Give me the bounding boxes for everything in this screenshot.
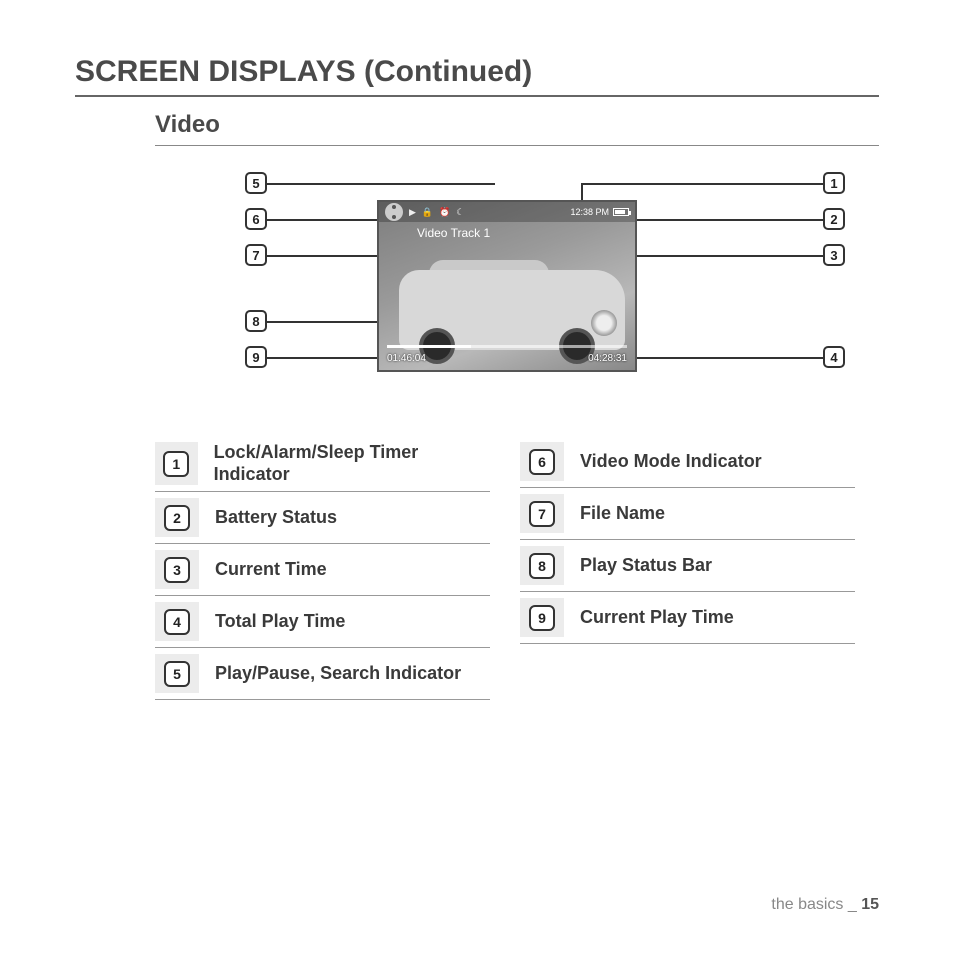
callout-9: 9	[245, 346, 267, 368]
legend-number: 9	[529, 605, 555, 631]
legend-col-right: 6 Video Mode Indicator 7 File Name 8 Pla…	[520, 436, 855, 700]
legend-number: 3	[164, 557, 190, 583]
lead-line	[633, 357, 823, 359]
legend-row: 6 Video Mode Indicator	[520, 436, 855, 488]
legend-label: Current Time	[215, 559, 327, 581]
page-title: SCREEN DISPLAYS (Continued)	[75, 55, 879, 97]
current-play-time: 01:46:04	[387, 353, 426, 364]
legend-row: 5 Play/Pause, Search Indicator	[155, 648, 490, 700]
sleep-icon: ☾	[456, 207, 464, 218]
status-bar: ▶ 🔒 ⏰ ☾ 12:38 PM	[379, 202, 635, 222]
callout-6: 6	[245, 208, 267, 230]
battery-icon	[613, 208, 629, 216]
legend-label: Battery Status	[215, 507, 337, 529]
callout-2: 2	[823, 208, 845, 230]
callout-8: 8	[245, 310, 267, 332]
video-frame-image	[379, 232, 635, 370]
video-player-screen: ▶ 🔒 ⏰ ☾ 12:38 PM Video Track 1 01:46:04 …	[377, 200, 637, 372]
legend-label: File Name	[580, 503, 665, 525]
alarm-icon: ⏰	[439, 207, 450, 218]
legend-row: 9 Current Play Time	[520, 592, 855, 644]
legend-number: 1	[163, 451, 189, 477]
legend-row: 4 Total Play Time	[155, 596, 490, 648]
legend-label: Play Status Bar	[580, 555, 712, 577]
lock-icon: 🔒	[422, 207, 433, 218]
footer-section: the basics _	[771, 896, 861, 913]
callout-3: 3	[823, 244, 845, 266]
clock: 12:38 PM	[570, 207, 609, 217]
lead-line	[583, 183, 823, 185]
video-screen-diagram: 5 6 7 8 9 1 2 3 4 ▶ 🔒 ⏰ ☾ 12:38 PM Video…	[245, 166, 845, 396]
legend-number: 6	[529, 449, 555, 475]
footer-page-number: 15	[861, 896, 879, 913]
legend-label: Lock/Alarm/Sleep Timer Indicator	[214, 442, 490, 485]
legend-row: 8 Play Status Bar	[520, 540, 855, 592]
total-play-time: 04:28:31	[588, 353, 627, 364]
legend-table: 1 Lock/Alarm/Sleep Timer Indicator 2 Bat…	[155, 436, 855, 700]
lead-line	[267, 183, 495, 185]
legend-label: Video Mode Indicator	[580, 451, 762, 473]
callout-7: 7	[245, 244, 267, 266]
callout-4: 4	[823, 346, 845, 368]
page-footer: the basics _ 15	[771, 896, 879, 914]
legend-row: 7 File Name	[520, 488, 855, 540]
legend-label: Current Play Time	[580, 607, 734, 629]
legend-label: Total Play Time	[215, 611, 345, 633]
video-mode-icon	[385, 203, 403, 221]
legend-number: 4	[164, 609, 190, 635]
lead-line	[267, 219, 387, 221]
legend-row: 1 Lock/Alarm/Sleep Timer Indicator	[155, 436, 490, 492]
callout-1: 1	[823, 172, 845, 194]
legend-row: 2 Battery Status	[155, 492, 490, 544]
legend-label: Play/Pause, Search Indicator	[215, 663, 461, 685]
legend-number: 8	[529, 553, 555, 579]
callout-5: 5	[245, 172, 267, 194]
legend-col-left: 1 Lock/Alarm/Sleep Timer Indicator 2 Bat…	[155, 436, 490, 700]
play-status-bar	[387, 345, 627, 348]
section-title: Video	[155, 111, 879, 146]
legend-row: 3 Current Time	[155, 544, 490, 596]
legend-number: 7	[529, 501, 555, 527]
legend-number: 2	[164, 505, 190, 531]
lead-line	[637, 219, 823, 221]
lead-line	[623, 255, 823, 257]
play-indicator-icon: ▶	[409, 207, 416, 218]
legend-number: 5	[164, 661, 190, 687]
